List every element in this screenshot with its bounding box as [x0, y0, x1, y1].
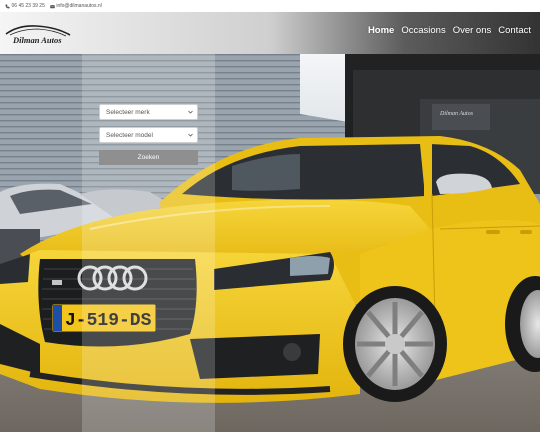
- nav-over-ons[interactable]: Over ons: [453, 25, 492, 36]
- model-select[interactable]: Selecteer model: [99, 127, 198, 143]
- nav-home[interactable]: Home: [368, 25, 394, 36]
- chevron-down-icon: [188, 110, 193, 114]
- envelope-icon: [50, 4, 55, 8]
- chevron-down-icon: [188, 133, 193, 137]
- email-link[interactable]: info@dilmanautos.nl: [50, 3, 102, 9]
- nav-contact[interactable]: Contact: [498, 25, 531, 36]
- svg-text:Dilman Autos: Dilman Autos: [439, 111, 474, 117]
- brand-select-value: Selecteer merk: [106, 108, 150, 116]
- hero-section: Dilman Autos J-519-DS Selecteer merk Sel…: [0, 54, 540, 432]
- search-button[interactable]: Zoeken: [99, 150, 198, 165]
- dealership-sign: [432, 104, 490, 130]
- phone-number: 06 45 23 39 25: [11, 3, 45, 9]
- contact-bar: 06 45 23 39 25 info@dilmanautos.nl: [0, 0, 540, 12]
- brand-select[interactable]: Selecteer merk: [99, 104, 198, 120]
- car-search-form: Selecteer merk Selecteer model Zoeken: [99, 104, 198, 165]
- phone-link[interactable]: 06 45 23 39 25: [5, 3, 45, 9]
- model-select-value: Selecteer model: [106, 131, 153, 139]
- hero-car-photo: Dilman Autos J-519-DS: [0, 54, 540, 432]
- logo-text: Dilman Autos: [12, 35, 62, 45]
- site-header: Dilman Autos Home Occasions Over ons Con…: [0, 12, 540, 54]
- main-nav: Home Occasions Over ons Contact: [361, 25, 531, 36]
- dilman-autos-logo[interactable]: Dilman Autos: [4, 23, 74, 47]
- phone-icon: [5, 4, 10, 8]
- nav-occasions[interactable]: Occasions: [401, 25, 445, 36]
- email-address: info@dilmanautos.nl: [56, 3, 102, 9]
